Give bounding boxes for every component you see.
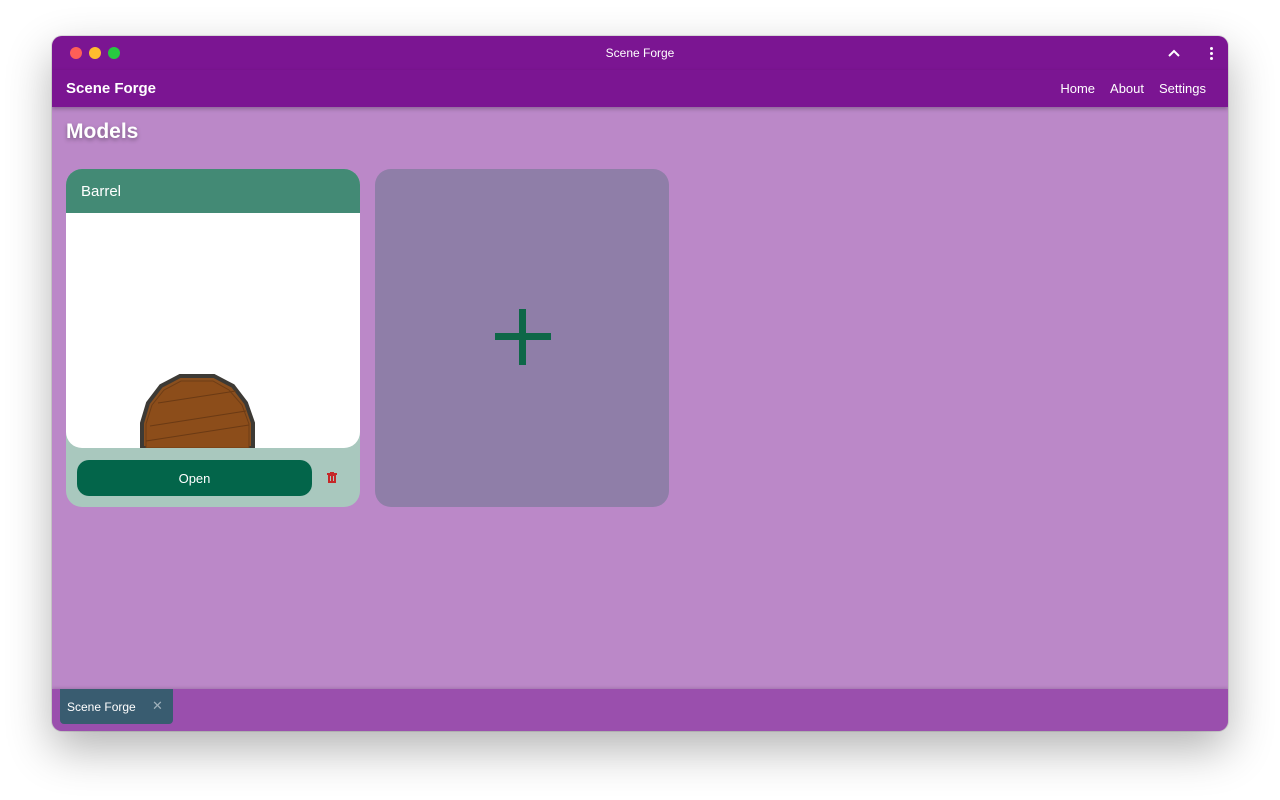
nav-menu: Home About Settings (1060, 81, 1206, 96)
titlebar: Scene Forge (52, 36, 1228, 70)
model-preview[interactable] (66, 213, 360, 448)
model-card: Barrel Open (66, 169, 360, 507)
close-icon[interactable]: ✕ (152, 698, 163, 714)
barrel-image (140, 374, 255, 448)
model-card-header: Barrel (66, 169, 360, 213)
app-brand[interactable]: Scene Forge (66, 80, 156, 97)
open-button[interactable]: Open (77, 460, 312, 496)
taskbar: Scene Forge ✕ (52, 689, 1228, 731)
model-name: Barrel (81, 183, 122, 200)
chevron-up-icon[interactable] (1166, 45, 1182, 61)
app-bar: Scene Forge Home About Settings (52, 70, 1228, 107)
plus-icon (495, 309, 551, 365)
nav-about[interactable]: About (1110, 81, 1144, 96)
window-title: Scene Forge (605, 46, 675, 60)
nav-home[interactable]: Home (1060, 81, 1095, 96)
nav-settings[interactable]: Settings (1159, 81, 1206, 96)
add-model-card[interactable] (375, 169, 669, 507)
taskbar-tab-label: Scene Forge (67, 700, 136, 714)
page-title: Models (66, 120, 139, 143)
taskbar-tab[interactable]: Scene Forge ✕ (60, 689, 173, 724)
app-window: Scene Forge Scene Forge Home About Setti… (52, 36, 1228, 731)
trash-icon[interactable] (327, 470, 341, 486)
more-vert-icon[interactable] (1205, 44, 1217, 62)
